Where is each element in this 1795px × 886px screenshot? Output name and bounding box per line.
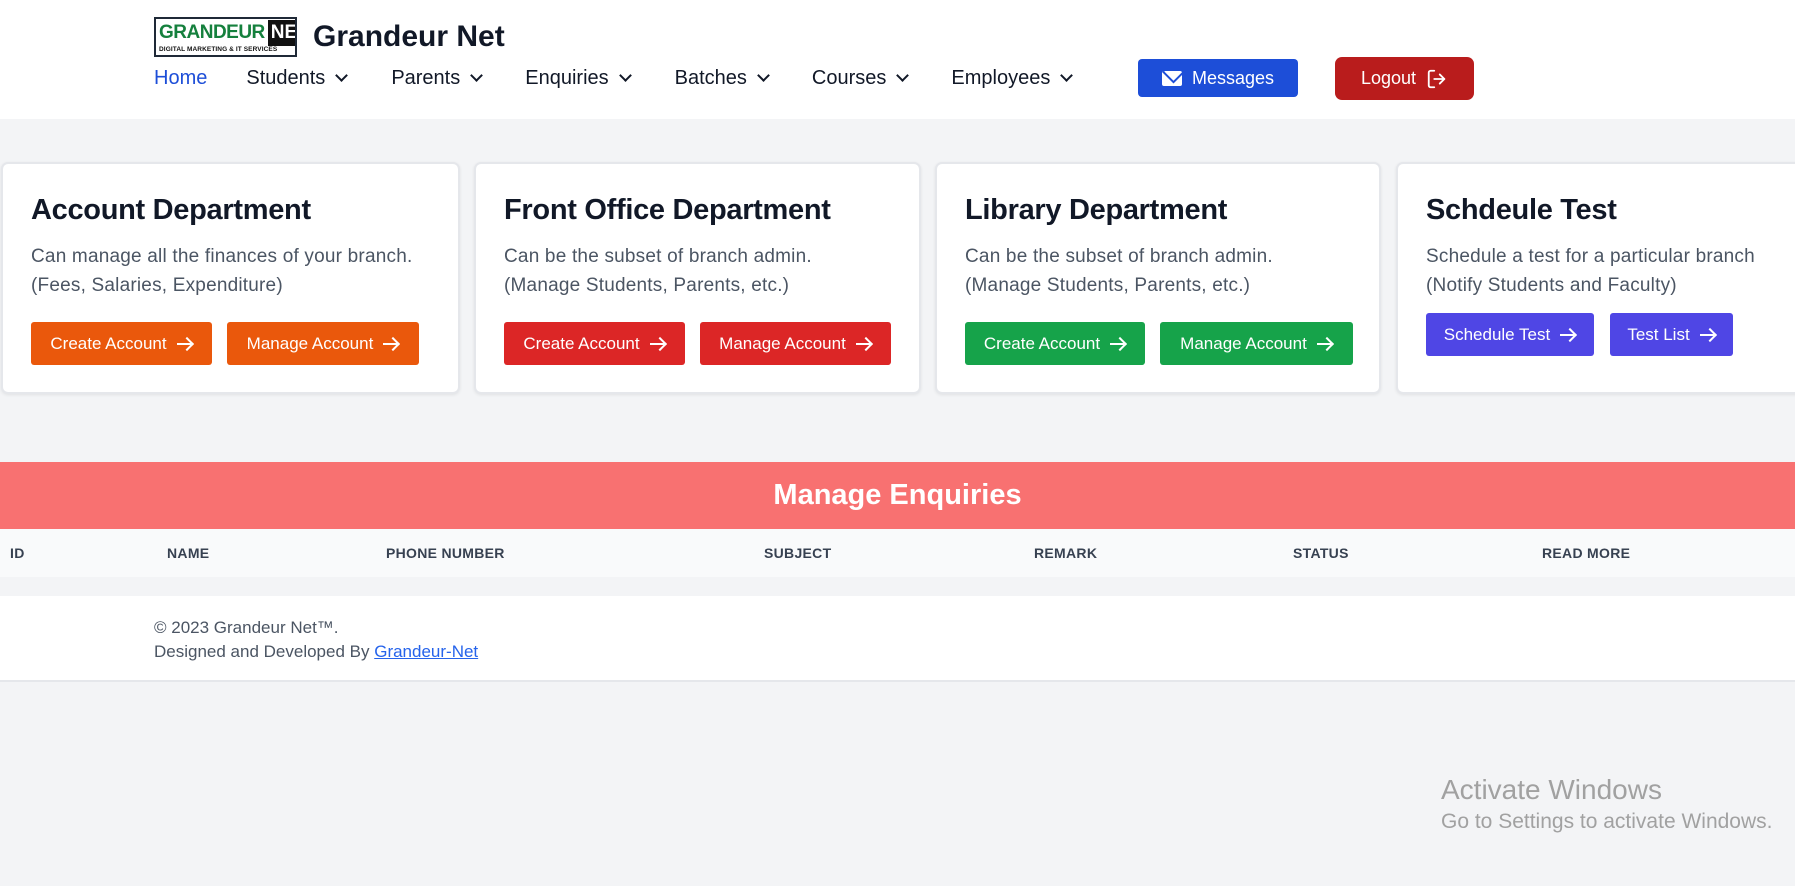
arrow-right-icon: [1699, 328, 1716, 342]
card-front-office-department: Front Office Department Can be the subse…: [474, 162, 921, 394]
chevron-down-icon: [757, 68, 770, 82]
button-label: Schedule Test: [1443, 324, 1551, 344]
nav-enquiries[interactable]: Enquiries: [525, 66, 632, 90]
create-account-button[interactable]: Create Account: [31, 322, 212, 365]
logo-net: NET: [267, 20, 295, 46]
card-description: Schedule a test for a particular branch …: [1426, 242, 1755, 300]
nav-courses[interactable]: Courses: [811, 66, 910, 90]
nav-batches-label: Batches: [674, 66, 747, 89]
mail-icon: [1161, 70, 1182, 86]
chevron-down-icon: [470, 68, 484, 82]
nav-batches[interactable]: Batches: [674, 66, 770, 90]
arrow-right-icon: [383, 337, 399, 351]
main-nav: Home Students Parents Enquiries Batches …: [154, 58, 1074, 98]
arrow-right-icon: [1560, 328, 1576, 342]
logout-icon: [1427, 69, 1446, 88]
card-desc-line1: Can manage all the finances of your bran…: [31, 246, 413, 267]
manage-account-button[interactable]: Manage Account: [700, 322, 891, 365]
column-header-phone-number: PHONE NUMBER: [386, 545, 505, 561]
footer: © 2023 Grandeur Net™. Designed and Devel…: [0, 596, 1795, 682]
column-header-remark: REMARK: [1034, 545, 1098, 561]
card-title: Front Office Department: [504, 194, 831, 226]
nav-enquiries-label: Enquiries: [525, 66, 609, 89]
watermark-subtitle: Go to Settings to activate Windows.: [1441, 810, 1773, 833]
chevron-down-icon: [1060, 68, 1074, 82]
card-title: Schdeule Test: [1426, 194, 1617, 226]
arrow-right-icon: [855, 337, 872, 351]
card-title: Library Department: [965, 194, 1228, 226]
nav-employees-label: Employees: [951, 66, 1051, 89]
card-schedule-test: Schdeule Test Schedule a test for a part…: [1396, 162, 1795, 394]
footer-copyright: © 2023 Grandeur Net™.: [154, 618, 339, 637]
chevron-down-icon: [896, 68, 910, 82]
button-label: Manage Account: [246, 333, 374, 353]
nav-students[interactable]: Students: [246, 66, 349, 90]
arrow-right-icon: [176, 337, 193, 351]
schedule-test-button[interactable]: Schedule Test: [1426, 313, 1594, 356]
nav-employees[interactable]: Employees: [951, 66, 1074, 90]
button-label: Manage Account: [719, 333, 846, 353]
nav-parents-label: Parents: [391, 66, 461, 89]
watermark-title: Activate Windows: [1441, 774, 1662, 805]
nav-parents[interactable]: Parents: [391, 66, 484, 90]
enquiries-table-body: [0, 577, 1795, 596]
button-label: Create Account: [523, 333, 640, 353]
manage-account-button[interactable]: Manage Account: [1160, 322, 1353, 365]
column-header-read-more: READ MORE: [1542, 545, 1631, 561]
card-desc-line1: Schedule a test for a particular branch: [1426, 246, 1755, 267]
card-description: Can be the subset of branch admin. (Mana…: [504, 242, 812, 300]
card-desc-line2: (Notify Students and Faculty): [1426, 275, 1677, 296]
create-account-button[interactable]: Create Account: [504, 322, 685, 365]
top-navbar: GRANDEUR NET DIGITAL MARKETING & IT SERV…: [0, 0, 1795, 119]
arrow-right-icon: [649, 337, 666, 351]
card-desc-line2: (Manage Students, Parents, etc.): [965, 275, 1251, 296]
card-description: Can be the subset of branch admin. (Mana…: [965, 242, 1273, 300]
column-header-subject: SUBJECT: [764, 545, 832, 561]
test-list-button[interactable]: Test List: [1610, 313, 1733, 356]
button-label: Create Account: [983, 333, 1101, 353]
arrow-right-icon: [1316, 337, 1333, 351]
chevron-down-icon: [335, 68, 349, 82]
manage-account-button[interactable]: Manage Account: [227, 322, 419, 365]
nav-courses-label: Courses: [811, 66, 887, 89]
card-description: Can manage all the finances of your bran…: [31, 242, 412, 300]
card-desc-line1: Can be the subset of branch admin.: [965, 246, 1273, 267]
footer-designed-by: Designed and Developed By: [154, 642, 370, 661]
windows-activation-watermark: Activate Windows Go to Settings to activ…: [1441, 774, 1773, 834]
card-desc-line1: Can be the subset of branch admin.: [504, 246, 812, 267]
logout-button[interactable]: Logout: [1335, 57, 1474, 100]
column-header-status: STATUS: [1293, 545, 1349, 561]
manage-enquiries-header: Manage Enquiries: [0, 462, 1795, 529]
brand-name[interactable]: Grandeur Net: [313, 20, 505, 54]
enquiries-table-header: ID NAME PHONE NUMBER SUBJECT REMARK STAT…: [0, 529, 1795, 577]
button-label: Create Account: [50, 333, 167, 353]
chevron-down-icon: [618, 68, 632, 82]
manage-enquiries-title: Manage Enquiries: [773, 479, 1022, 511]
nav-students-label: Students: [246, 66, 326, 89]
brand-logo[interactable]: GRANDEUR NET DIGITAL MARKETING & IT SERV…: [154, 17, 297, 57]
create-account-button[interactable]: Create Account: [965, 322, 1145, 365]
button-label: Test List: [1627, 324, 1690, 344]
footer-credit: Designed and Developed By Grandeur-Net: [154, 642, 478, 662]
button-label: Manage Account: [1180, 333, 1307, 353]
card-library-department: Library Department Can be the subset of …: [935, 162, 1381, 394]
nav-home[interactable]: Home: [154, 67, 207, 90]
card-desc-line2: (Manage Students, Parents, etc.): [504, 275, 790, 296]
brand[interactable]: GRANDEUR NET DIGITAL MARKETING & IT SERV…: [154, 17, 505, 57]
column-header-id: ID: [10, 545, 25, 561]
nav-home-label: Home: [154, 66, 208, 89]
card-account-department: Account Department Can manage all the fi…: [1, 162, 460, 394]
column-header-name: NAME: [167, 545, 210, 561]
messages-label: Messages: [1191, 67, 1275, 88]
card-desc-line2: (Fees, Salaries, Expenditure): [31, 275, 283, 296]
logo-word: GRANDEUR: [159, 22, 265, 43]
messages-button[interactable]: Messages: [1138, 59, 1298, 97]
footer-link[interactable]: Grandeur-Net: [374, 642, 478, 661]
arrow-right-icon: [1110, 337, 1126, 351]
logo-tagline: DIGITAL MARKETING & IT SERVICES: [159, 46, 278, 53]
card-title: Account Department: [31, 194, 311, 226]
logout-label: Logout: [1360, 68, 1417, 88]
